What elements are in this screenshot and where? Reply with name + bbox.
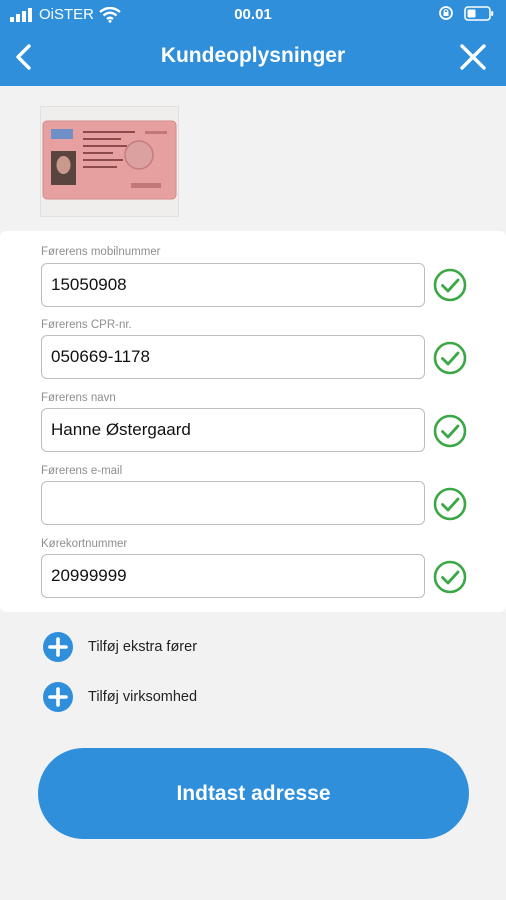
nav-bar: Kundeoplysninger <box>0 30 506 86</box>
name-input[interactable] <box>41 408 425 452</box>
enter-address-button[interactable]: Indtast adresse <box>38 748 469 839</box>
check-circle-icon <box>433 414 467 448</box>
page-title: Kundeoplysninger <box>160 44 346 67</box>
status-time: 00.01 <box>234 6 272 23</box>
mobile-number-label: Førerens mobilnummer <box>41 246 161 258</box>
plus-circle-icon <box>43 682 73 712</box>
close-icon[interactable] <box>458 42 488 72</box>
cpr-number-label: Førerens CPR-nr. <box>41 319 132 331</box>
plus-circle-icon <box>43 632 73 662</box>
add-extra-driver-label: Tilføj ekstra fører <box>88 639 198 655</box>
add-company-button[interactable]: Tilføj virksomhed <box>42 681 197 713</box>
license-number-input[interactable] <box>41 554 425 598</box>
mobile-number-input[interactable] <box>41 263 425 307</box>
license-photo[interactable] <box>40 106 179 217</box>
cpr-number-input[interactable] <box>41 335 425 379</box>
battery-icon <box>464 5 494 21</box>
name-label: Førerens navn <box>41 392 116 404</box>
add-company-label: Tilføj virksomhed <box>88 689 198 705</box>
status-bar: OiSTER 00.01 <box>0 0 506 30</box>
check-circle-icon <box>433 341 467 375</box>
license-number-label: Kørekortnummer <box>41 538 128 550</box>
check-circle-icon <box>433 560 467 594</box>
check-circle-icon <box>433 268 467 302</box>
orientation-lock-icon <box>439 6 453 20</box>
status-right <box>438 5 494 21</box>
check-circle-icon <box>433 487 467 521</box>
add-extra-driver-button[interactable]: Tilføj ekstra fører <box>42 631 197 663</box>
drivers-license-image <box>41 107 178 216</box>
email-input[interactable] <box>41 481 425 525</box>
email-label: Førerens e-mail <box>41 465 123 477</box>
